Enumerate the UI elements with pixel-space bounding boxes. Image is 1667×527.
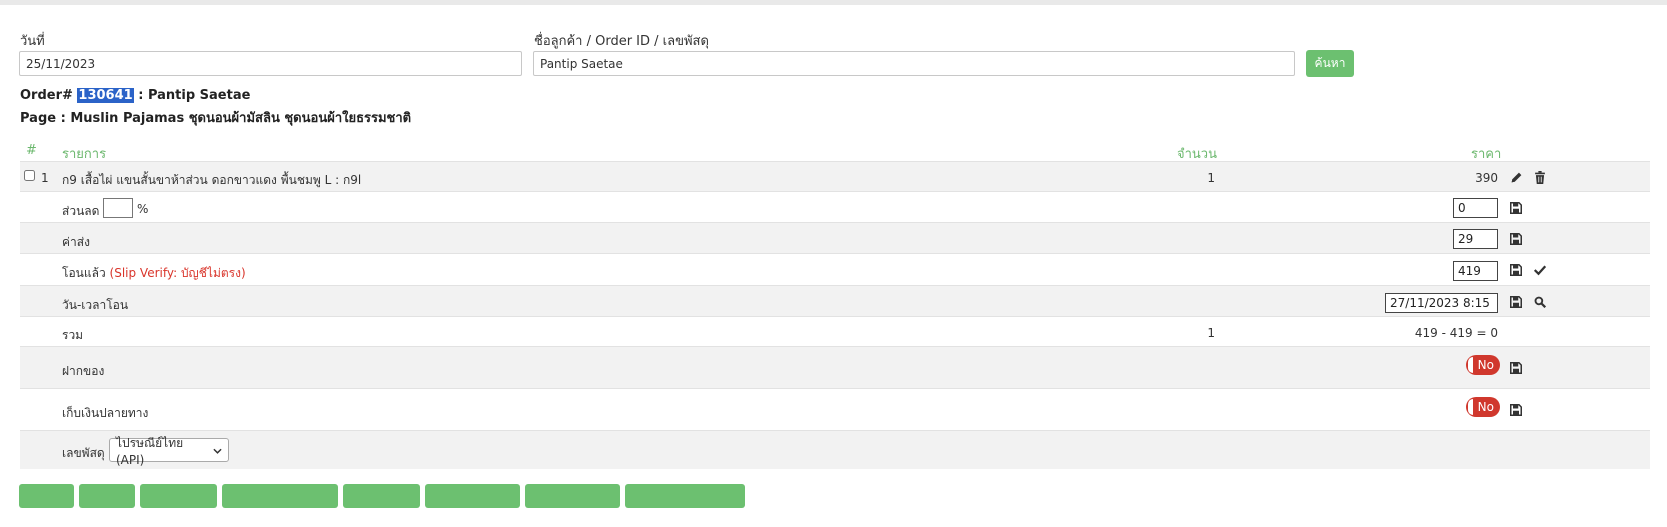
discount-row: ส่วนลด % xyxy=(20,191,1650,223)
tracking-row: เลขพัสดุ ไปรษณีย์ไทย (API) xyxy=(20,430,1650,469)
shipping-label: ค่าส่ง xyxy=(62,235,90,249)
total-formula: 419 - 419 = 0 xyxy=(1414,326,1498,340)
shipping-input[interactable] xyxy=(1453,229,1498,249)
search-button[interactable]: ค้นหา xyxy=(1306,50,1354,77)
deposit-row: ฝากของ No xyxy=(20,346,1650,389)
shipping-row: ค่าส่ง xyxy=(20,222,1650,254)
carrier-select[interactable]: ไปรษณีย์ไทย (API) xyxy=(109,436,229,467)
transfer-datetime-row: วัน-เวลาโอน xyxy=(20,285,1650,317)
deposit-toggle[interactable]: No xyxy=(1466,355,1500,375)
customer-search-input[interactable] xyxy=(533,51,1295,76)
action-button[interactable] xyxy=(525,484,620,508)
item-price: 390 xyxy=(1475,171,1498,185)
paid-input[interactable] xyxy=(1453,261,1498,281)
tracking-label: เลขพัสดุ xyxy=(62,446,105,460)
action-button[interactable] xyxy=(343,484,420,508)
check-icon[interactable] xyxy=(1532,262,1548,278)
item-quantity: 1 xyxy=(1207,171,1215,185)
pencil-icon[interactable] xyxy=(1508,169,1524,185)
action-button[interactable] xyxy=(625,484,745,508)
item-checkbox[interactable] xyxy=(24,170,35,181)
order-title: Order# 130641 : Pantip Saetae xyxy=(20,88,250,103)
action-button[interactable] xyxy=(19,484,74,508)
date-label: วันที่ xyxy=(20,34,45,49)
item-description: ก9 เสื้อไผ่ แขนสั้นขาห้าส่วน ดอกขาวแดง พ… xyxy=(62,173,362,187)
discount-value-input[interactable] xyxy=(1453,198,1498,218)
cod-row: เก็บเงินปลายทาง No xyxy=(20,388,1650,431)
total-quantity: 1 xyxy=(1207,326,1215,340)
order-page: Page : Muslin Pajamas ชุดนอนผ้ามัสลิน ชุ… xyxy=(20,111,412,126)
paid-label-wrap: โอนแล้ว (Slip Verify: บัญชีไม่ตรง) xyxy=(62,264,246,283)
action-button[interactable] xyxy=(79,484,135,508)
chevron-down-icon xyxy=(213,443,222,457)
table-row: 1 ก9 เสื้อไผ่ แขนสั้นขาห้าส่วน ดอกขาวแดง… xyxy=(20,161,1650,192)
save-icon[interactable] xyxy=(1508,402,1524,418)
save-icon[interactable] xyxy=(1508,294,1524,310)
cod-label: เก็บเงินปลายทาง xyxy=(62,406,149,420)
transfer-datetime-input[interactable] xyxy=(1385,293,1498,313)
top-bar xyxy=(0,0,1667,5)
customer-search-label: ชื่อลูกค้า / Order ID / เลขพัสดุ xyxy=(534,34,709,49)
paid-row: โอนแล้ว (Slip Verify: บัญชีไม่ตรง) xyxy=(20,253,1650,286)
action-button[interactable] xyxy=(222,484,338,508)
total-label: รวม xyxy=(62,328,84,342)
date-input[interactable] xyxy=(19,51,522,76)
search-icon[interactable] xyxy=(1532,294,1548,310)
save-icon[interactable] xyxy=(1508,360,1524,376)
save-icon[interactable] xyxy=(1508,231,1524,247)
discount-unit: % xyxy=(137,202,149,216)
discount-label: ส่วนลด xyxy=(62,204,100,218)
save-icon[interactable] xyxy=(1508,262,1524,278)
order-customer: : Pantip Saetae xyxy=(133,88,251,103)
trash-icon[interactable] xyxy=(1532,169,1548,185)
order-id: 130641 xyxy=(77,88,134,103)
slip-verify-note: (Slip Verify: บัญชีไม่ตรง) xyxy=(109,266,246,280)
item-index: 1 xyxy=(41,171,49,185)
cod-toggle[interactable]: No xyxy=(1466,397,1500,417)
order-prefix: Order# xyxy=(20,88,78,103)
deposit-label: ฝากของ xyxy=(62,364,105,378)
discount-percent-input[interactable] xyxy=(103,198,133,218)
transfer-datetime-label: วัน-เวลาโอน xyxy=(62,298,129,312)
carrier-selected: ไปรษณีย์ไทย (API) xyxy=(116,435,184,467)
total-row: รวม 1 419 - 419 = 0 xyxy=(20,316,1650,347)
save-icon[interactable] xyxy=(1508,200,1524,216)
action-button[interactable] xyxy=(140,484,217,508)
header-index: # xyxy=(26,143,37,158)
paid-label: โอนแล้ว xyxy=(62,266,106,280)
action-button[interactable] xyxy=(425,484,520,508)
